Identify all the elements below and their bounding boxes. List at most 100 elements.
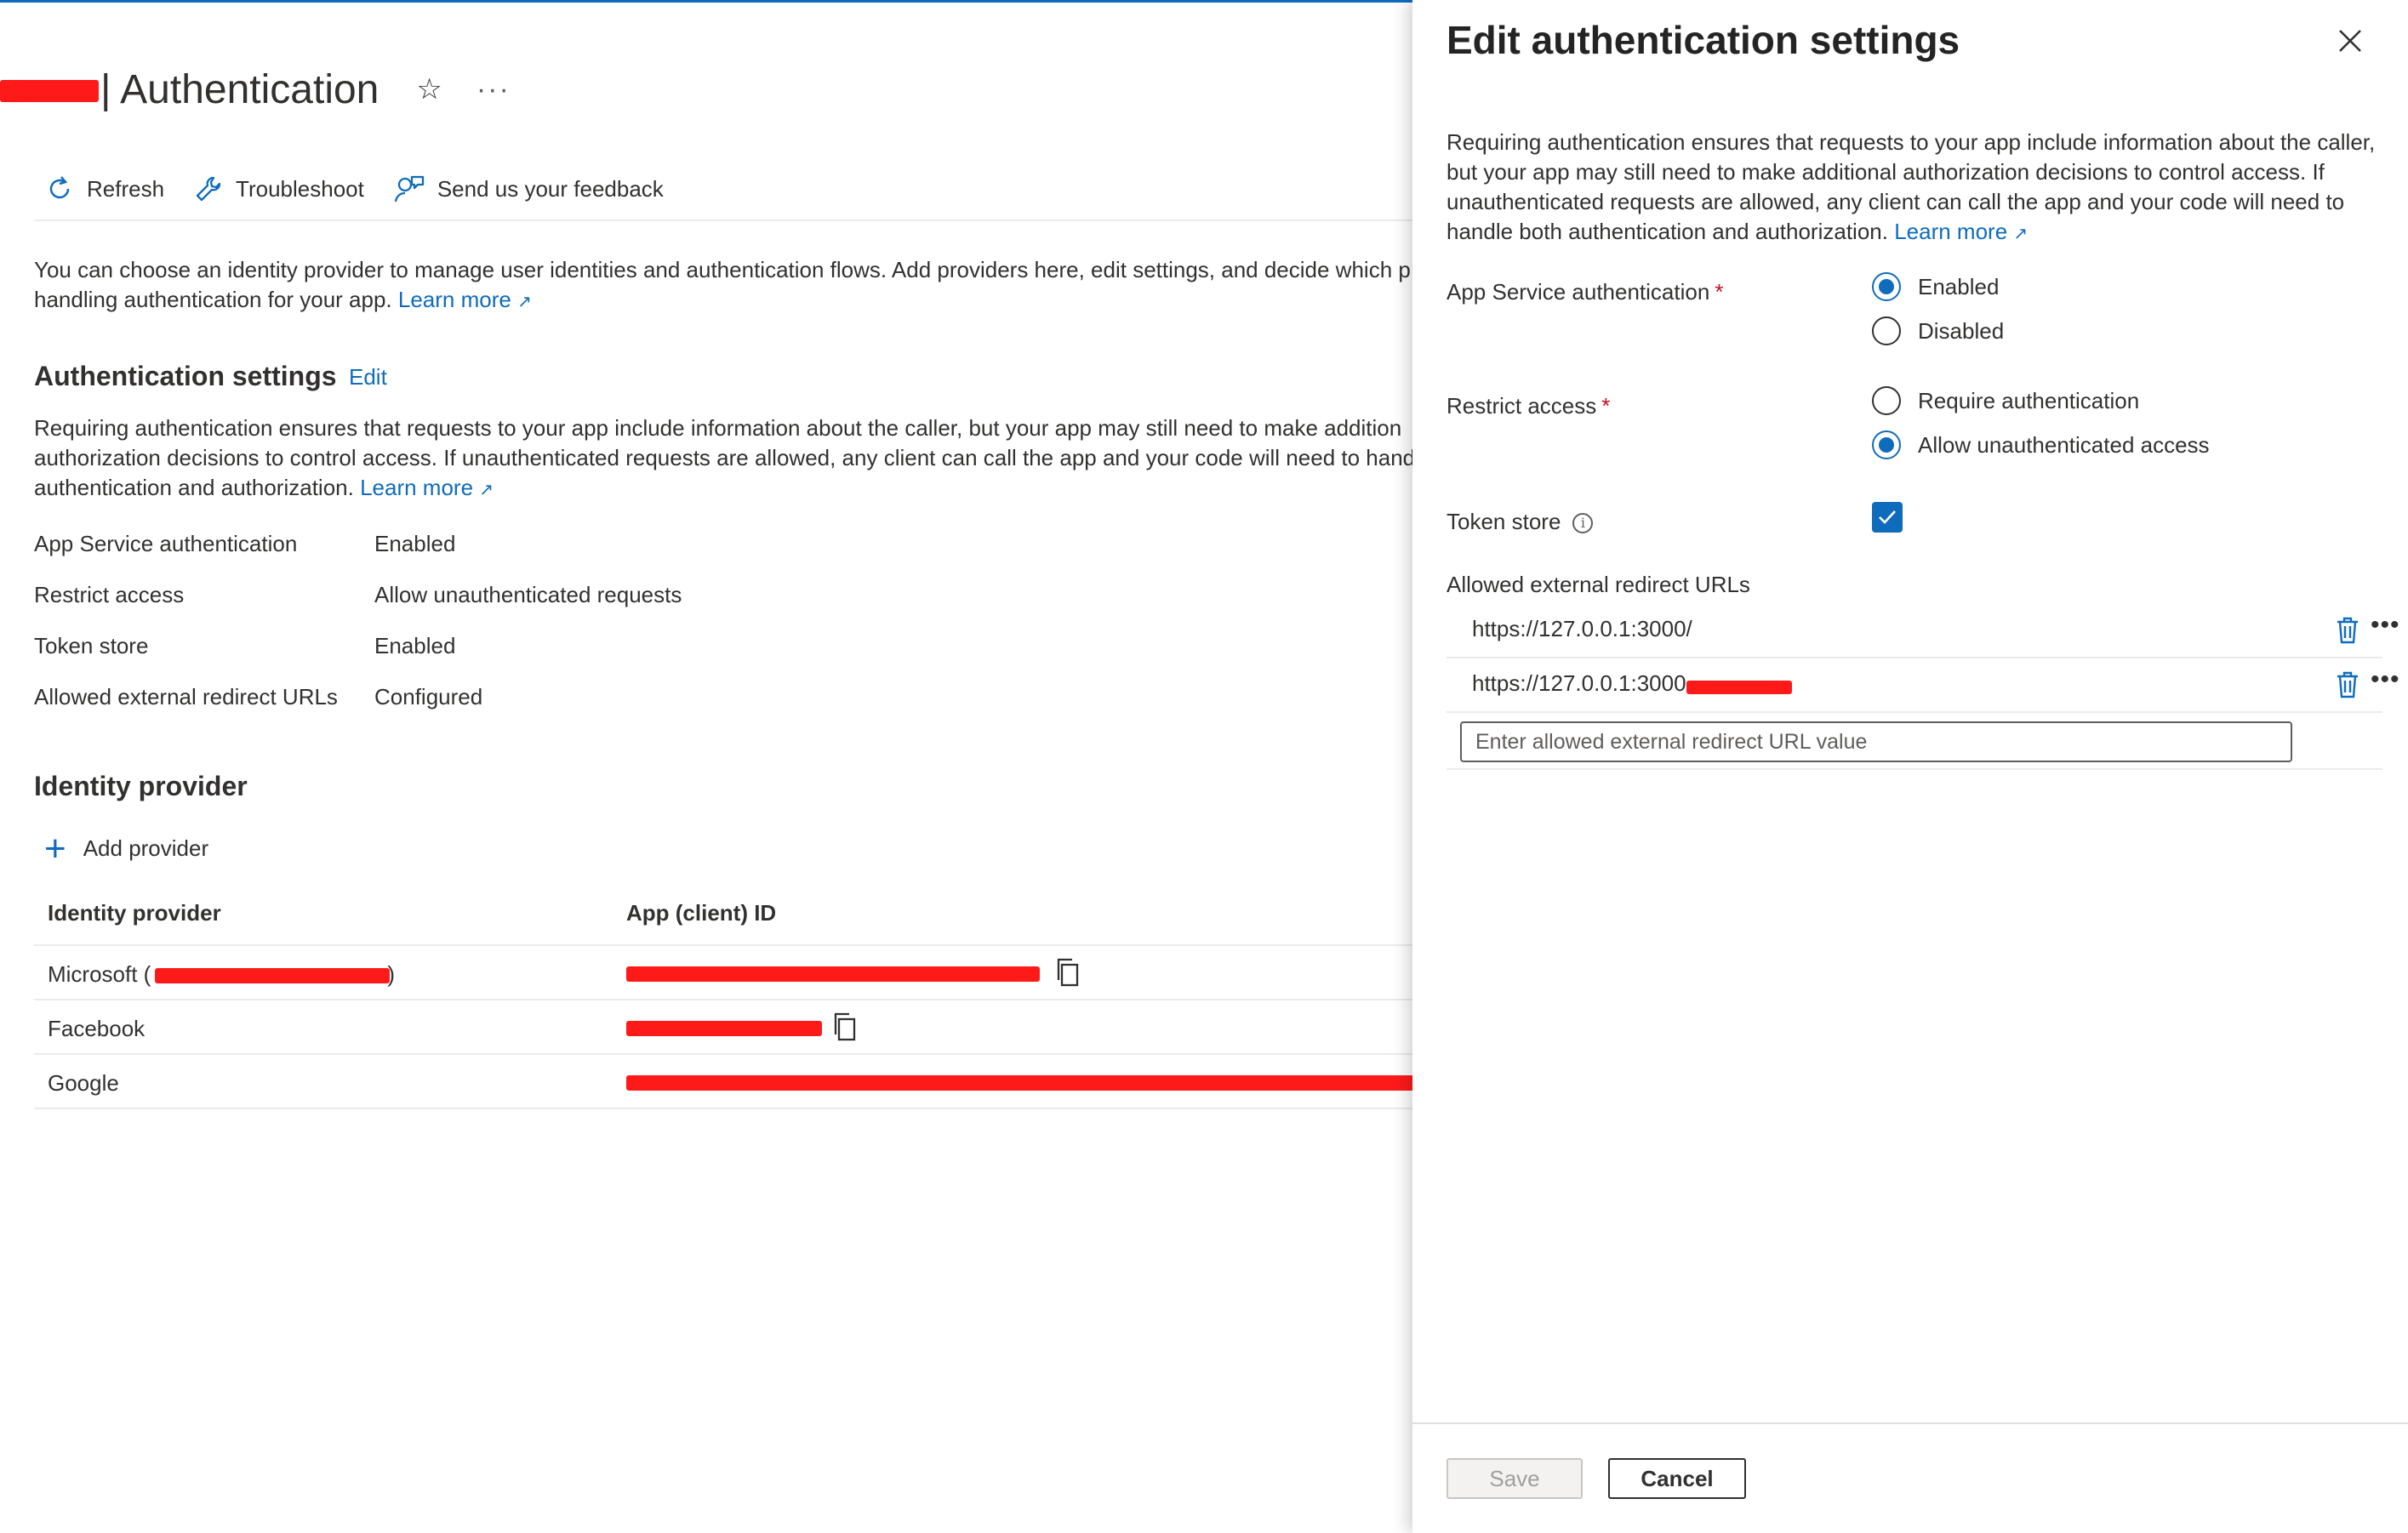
radio-label: Enabled [1918,273,2000,299]
close-icon[interactable] [2331,22,2369,60]
edit-auth-settings-panel: Edit authentication settings Requiring a… [1412,0,2408,1533]
external-link-icon: ↗ [2013,225,2029,243]
refresh-icon [49,176,70,199]
setting-label: Allowed external redirect URLs [34,684,338,710]
auth-settings-description: Requiring authentication ensures that re… [34,413,1412,505]
provider-cell: Facebook [48,1016,146,1041]
refresh-label: Refresh [87,175,165,202]
setting-value: Configured [374,684,483,710]
redirect-urls-label: Allowed external redirect URLs [1447,572,1750,597]
delete-icon[interactable] [2335,670,2360,699]
checkmark-icon [1879,510,1896,524]
required-asterisk: * [1715,279,1724,305]
radio-selected-icon [1872,272,1901,301]
footer-divider [1412,1422,2408,1424]
learn-more-link[interactable]: Learn more [398,287,511,312]
panel-learn-more-link[interactable]: Learn more [1894,219,2007,244]
external-link-icon: ↗ [517,293,532,311]
table-header-divider [34,944,1412,946]
main-page: | Authentication ☆ ··· Refresh Troublesh… [0,0,1412,1533]
redacted-client-id [626,966,1040,982]
redacted-client-id [626,1021,822,1036]
panel-description: Requiring authentication ensures that re… [1447,128,2382,249]
radio-require-authentication[interactable]: Require authentication [1872,386,2139,415]
more-options-icon[interactable]: ••• [2371,611,2400,640]
feedback-button[interactable]: Send us your feedback [393,174,664,204]
token-store-label: Token store i [1447,509,1594,535]
restrict-access-label-text: Restrict access [1447,393,1597,419]
row-divider [1447,768,2382,770]
page-header: | Authentication ☆ ··· [0,60,511,119]
radio-label: Disabled [1918,317,2005,344]
info-icon[interactable]: i [1572,513,1594,533]
radio-label: Allow unauthenticated access [1918,431,2210,458]
redirect-url-value: https://127.0.0.1:3000/ [1472,616,1692,641]
auth-desc-line-3: authentication and authorization. Learn … [34,473,1412,505]
add-provider-button[interactable]: + Add provider [44,827,209,869]
redirect-url-row: https://127.0.0.1:3000/ ••• [1447,604,2399,658]
col-header-client-id: App (client) ID [626,900,777,926]
auth-learn-more-link[interactable]: Learn more [360,475,473,500]
redirect-url-input[interactable] [1460,721,2292,762]
row-divider [34,1108,1412,1109]
copy-icon[interactable] [1053,956,1082,989]
intro-line-2: handling authentication for your app. Le… [34,285,1412,317]
delete-icon[interactable] [2335,616,2360,645]
redacted-app-name [155,968,390,983]
feedback-label: Send us your feedback [437,175,664,202]
setting-value: Enabled [374,633,456,658]
radio-unselected-icon [1872,316,1901,345]
col-header-provider: Identity provider [48,900,221,926]
copy-icon[interactable] [830,1011,859,1043]
app-service-auth-label: App Service authentication * [1447,279,1723,305]
token-store-checkbox[interactable] [1872,502,1903,533]
provider-cell: Google [48,1070,119,1096]
command-bar: Refresh Troubleshoot Send us your feedba… [44,167,693,211]
redacted-client-id [626,1075,1412,1091]
auth-settings-heading: Authentication settings [34,361,337,391]
radio-allow-unauthenticated[interactable]: Allow unauthenticated access [1872,430,2210,459]
intro-text: You can choose an identity provider to m… [34,255,1412,317]
row-divider [34,999,1412,1000]
app-service-auth-label-text: App Service authentication [1447,279,1710,305]
auth-desc-line-2: authorization decisions to control acces… [34,445,1412,470]
cancel-button[interactable]: Cancel [1608,1458,1746,1499]
token-store-label-text: Token store [1447,509,1561,534]
radio-unselected-icon [1872,386,1901,415]
required-asterisk: * [1601,393,1611,419]
add-provider-label: Add provider [83,835,209,861]
panel-title: Edit authentication settings [1447,18,1960,62]
radio-label: Require authentication [1918,387,2140,413]
star-icon[interactable]: ☆ [416,72,442,106]
troubleshoot-button[interactable]: Troubleshoot [193,174,364,204]
radio-disabled[interactable]: Disabled [1872,316,2004,345]
redirect-url-row: https://127.0.0.1:3000 ••• [1447,658,2399,713]
redacted-url-path [1686,681,1792,694]
setting-value: Allow unauthenticated requests [374,582,682,607]
refresh-button[interactable]: Refresh [44,174,164,204]
more-options-icon[interactable]: ··· [476,73,511,106]
auth-desc-line-3-text: authentication and authorization. [34,475,354,500]
troubleshoot-label: Troubleshoot [236,175,364,202]
provider-name: Microsoft ( [48,961,151,987]
radio-selected-icon [1872,430,1901,459]
page-title: | Authentication [100,66,379,112]
setting-label: Token store [34,633,149,658]
intro-line-1: You can choose an identity provider to m… [34,257,1411,282]
row-divider [34,1053,1412,1055]
toolbar-divider [34,219,1412,221]
edit-auth-settings-link[interactable]: Edit [349,364,387,390]
feedback-person-icon [394,175,424,202]
restrict-access-label: Restrict access * [1447,393,1610,419]
setting-value: Enabled [374,531,456,556]
radio-enabled[interactable]: Enabled [1872,272,1999,301]
external-link-icon: ↗ [479,481,494,499]
redirect-url-value: https://127.0.0.1:3000 [1472,670,1686,696]
plus-icon: + [44,827,66,869]
more-options-icon[interactable]: ••• [2371,665,2400,694]
auth-desc-line-1: Requiring authentication ensures that re… [34,415,1402,441]
save-button[interactable]: Save [1447,1458,1583,1499]
wrench-icon [196,176,221,202]
setting-label: Restrict access [34,582,185,607]
intro-line-2-text: handling authentication for your app. [34,287,392,312]
